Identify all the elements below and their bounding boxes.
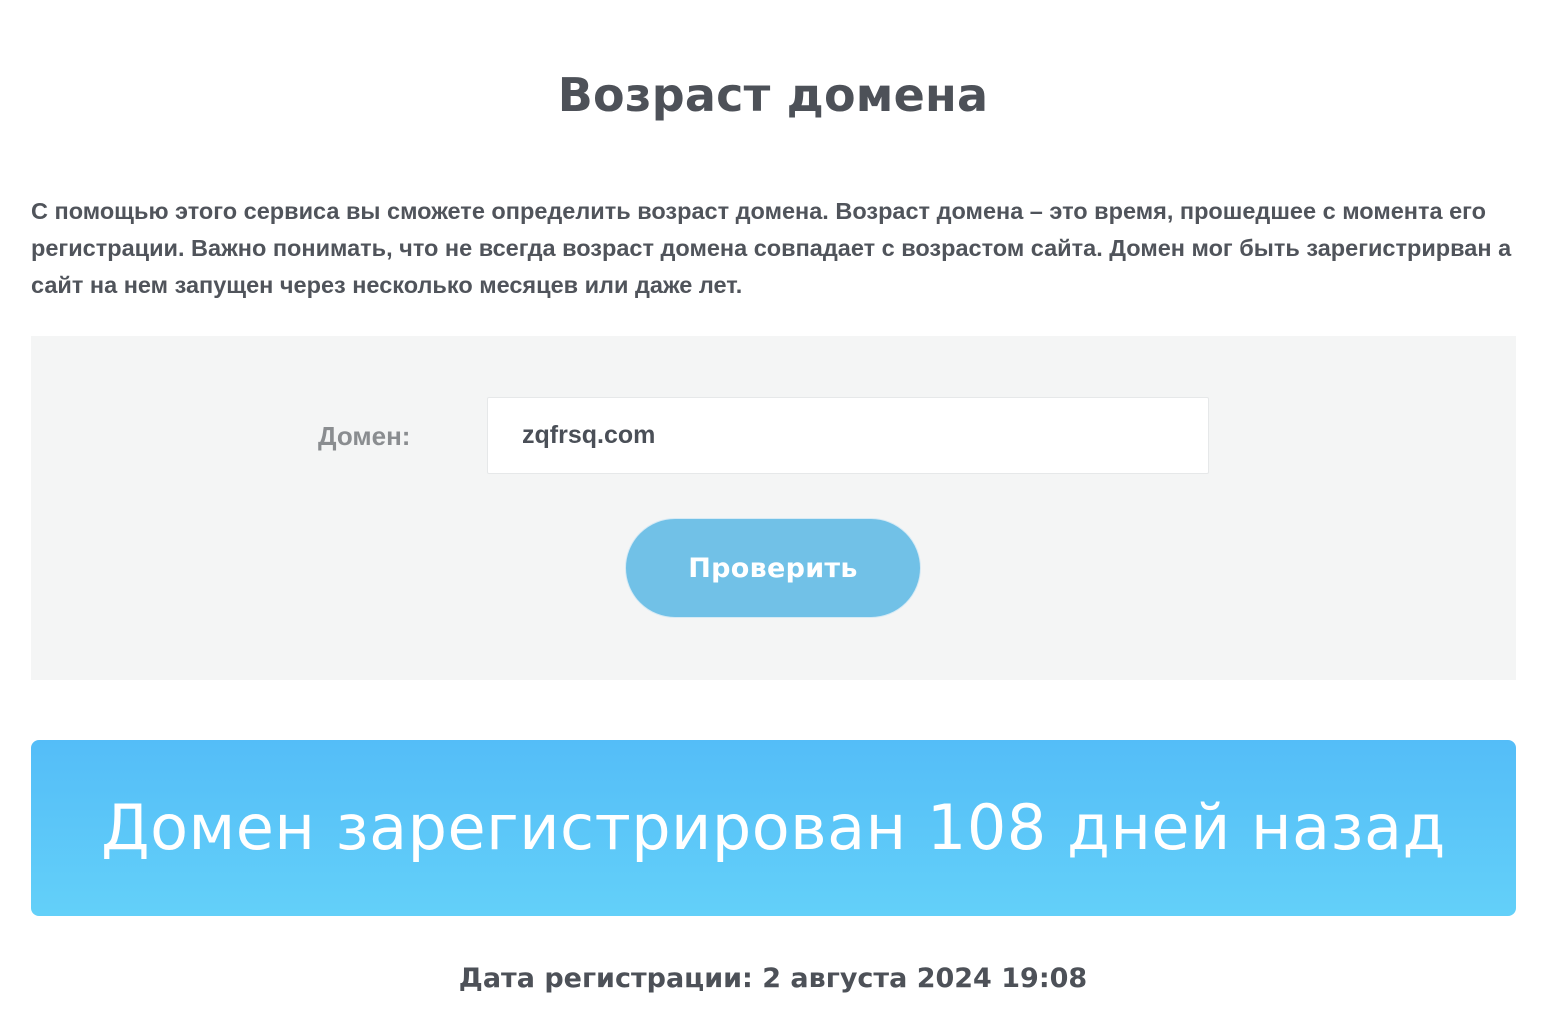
service-description: С помощью этого сервиса вы сможете опред…	[31, 198, 1512, 298]
result-message: Домен зарегистрирован 108 дней назад	[101, 791, 1446, 864]
domain-label: Домен:	[318, 421, 411, 451]
domain-check-form: Домен: Проверить	[31, 336, 1516, 680]
domain-input[interactable]	[487, 397, 1209, 474]
page-title: Возраст домена	[557, 68, 989, 122]
domain-age-page: Возраст домена С помощью этого сервиса в…	[0, 0, 1546, 1032]
registration-date: Дата регистрации: 2 августа 2024 19:08	[458, 963, 1088, 994]
check-button[interactable]: Проверить	[625, 518, 921, 618]
result-banner: Домен зарегистрирован 108 дней назад	[31, 740, 1516, 916]
